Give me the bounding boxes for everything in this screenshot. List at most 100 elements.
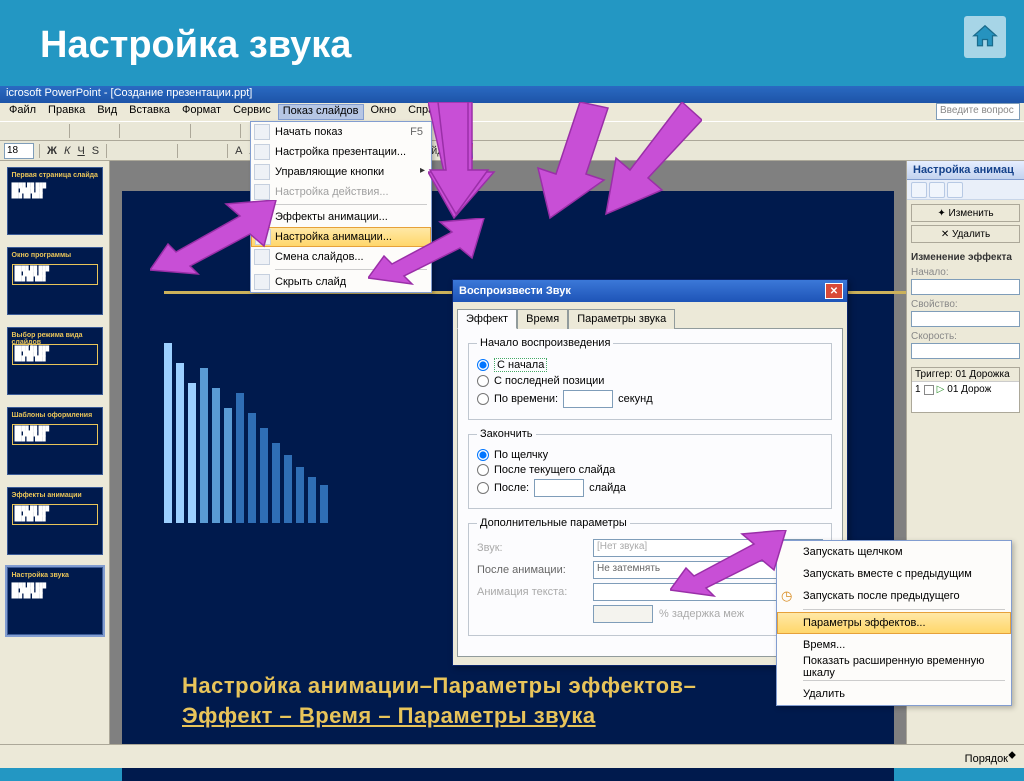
help-search[interactable]: Введите вопрос [936,103,1020,120]
slide-thumbnail[interactable]: Выбор режима вида слайдов████ ██ █████ █… [7,327,103,395]
menu-правка[interactable]: Правка [43,104,90,120]
ctx-item[interactable]: Запускать вместе с предыдущим [777,563,1011,585]
print-icon[interactable] [75,123,93,139]
menu-item-icon [254,124,270,140]
separator [177,144,178,158]
speed-combo[interactable] [911,343,1020,359]
menu-item: Настройка действия... [251,182,431,202]
group-label: Дополнительные параметры [477,517,630,529]
italic-button[interactable]: К [62,145,72,157]
time-spinner[interactable] [563,390,613,408]
start-combo[interactable] [911,279,1020,295]
opt-from-start[interactable]: С начала [477,358,823,372]
formatting-toolbar[interactable]: 18 Ж К Ч S A A Конструктор Создать слайд [0,141,1024,161]
tab-Параметры звука[interactable]: Параметры звука [568,309,675,329]
separator [39,144,40,158]
shadow-button[interactable]: S [90,145,101,157]
slides-spinner[interactable] [534,479,584,497]
align-left-icon[interactable] [112,143,130,159]
menu-окно[interactable]: Окно [366,104,402,120]
home-icon[interactable] [947,182,963,198]
tab-Эффект[interactable]: Эффект [457,309,517,329]
numbering-icon[interactable] [204,143,222,159]
forward-icon[interactable] [929,182,945,198]
menu-файл[interactable]: Файл [4,104,41,120]
bars-decoration [164,333,328,523]
slide-thumbnail[interactable]: Окно программы████ ██ █████ ████ █████ █… [7,247,103,315]
undo-icon[interactable] [196,123,214,139]
new-doc-icon[interactable] [4,123,22,139]
font-size-combo[interactable]: 18 [4,143,34,159]
cut-icon[interactable] [125,123,143,139]
end-playback-group: Закончить По щелчку После текущего слайд… [468,428,832,509]
task-pane-title: Настройка анимац [907,161,1024,180]
copy-icon[interactable] [146,123,164,139]
powerpoint-window: icrosoft PowerPoint - [Создание презента… [0,86,1024,768]
menubar[interactable]: ФайлПравкаВидВставкаФорматСервисПоказ сл… [0,103,1024,121]
menu-вставка[interactable]: Вставка [124,104,175,120]
effect-context-menu[interactable]: Запускать щелчкомЗапускать вместе с пред… [776,540,1012,706]
trigger-row[interactable]: 1 ▷ 01 Дорож [912,382,1019,397]
bullets-icon[interactable] [183,143,201,159]
ctx-item[interactable]: Время... [777,634,1011,656]
menu-item-icon [254,184,270,200]
ctx-item[interactable]: Запускать щелчком [777,541,1011,563]
speed-label: Скорость: [911,331,1020,342]
trigger-list[interactable]: Триггер: 01 Дорожка 1 ▷ 01 Дорож [911,367,1020,413]
menu-item[interactable]: Управляющие кнопки [251,162,431,182]
delete-effect-button[interactable]: ✕ Удалить [911,225,1020,243]
back-icon[interactable] [911,182,927,198]
slide-thumbnail[interactable]: Настройка звука████ ██ █████ ████ █████ … [7,567,103,635]
ctx-item[interactable]: Удалить [777,683,1011,705]
underline-button[interactable]: Ч [75,145,86,157]
play-icon: ▷ [937,384,945,395]
menu-показ слайдов[interactable]: Показ слайдов [278,104,364,120]
section-label: Изменение эффекта [911,252,1020,263]
opt-after-current[interactable]: После текущего слайда [477,464,823,476]
opt-after-n[interactable]: После: слайда [477,479,823,497]
slide-thumbnails-pane[interactable]: Первая страница слайда████ ██ █████ ████… [0,161,110,744]
delay-spinner[interactable] [593,605,653,623]
slide-thumbnail[interactable]: Шаблоны оформления████ ██ █████ ████ ███… [7,407,103,475]
menu-вид[interactable]: Вид [92,104,122,120]
menu-item[interactable]: Настройка презентации... [251,142,431,162]
bold-button[interactable]: Ж [45,145,59,157]
separator [240,124,241,138]
group-label: Начало воспроизведения [477,337,613,349]
close-button[interactable]: ✕ [825,283,843,299]
arrow-annotation [670,530,790,605]
redo-icon[interactable] [217,123,235,139]
separator [106,144,107,158]
home-icon [970,22,1000,52]
dialog-titlebar[interactable]: Воспроизвести Звук ✕ [453,280,847,302]
opt-by-time[interactable]: По времени: секунд [477,390,823,408]
ctx-item[interactable]: Показать расширенную временную шкалу [777,656,1011,678]
save-icon[interactable] [46,123,64,139]
preview-icon[interactable] [96,123,114,139]
align-center-icon[interactable] [133,143,151,159]
align-right-icon[interactable] [154,143,172,159]
tab-Время[interactable]: Время [517,309,568,329]
paste-icon[interactable] [167,123,185,139]
ctx-item[interactable]: Параметры эффектов... [777,612,1011,634]
statusbar: ⬥ Порядок [0,744,1024,768]
menu-сервис[interactable]: Сервис [228,104,276,120]
property-label: Свойство: [911,299,1020,310]
ctx-item[interactable]: Запускать после предыдущего [777,585,1011,607]
menu-separator [803,680,1005,681]
slide-thumbnail[interactable]: Первая страница слайда████ ██ █████ ████… [7,167,103,235]
standard-toolbar[interactable]: 39% [0,121,1024,141]
menu-формат[interactable]: Формат [177,104,226,120]
opt-on-click[interactable]: По щелчку [477,449,823,461]
opt-from-last[interactable]: С последней позиции [477,375,823,387]
open-icon[interactable] [25,123,43,139]
property-combo[interactable] [911,311,1020,327]
dialog-tabs[interactable]: ЭффектВремяПараметры звука [457,308,843,328]
change-effect-button[interactable]: ✦ Изменить [911,204,1020,222]
slide-thumbnail[interactable]: Эффекты анимации████ ██ █████ ████ █████… [7,487,103,555]
font-grow-icon[interactable]: A [233,145,244,157]
task-pane-nav[interactable] [907,180,1024,200]
menu-item[interactable]: Начать показF5 [251,122,431,142]
home-button[interactable] [964,16,1006,58]
separator [119,124,120,138]
